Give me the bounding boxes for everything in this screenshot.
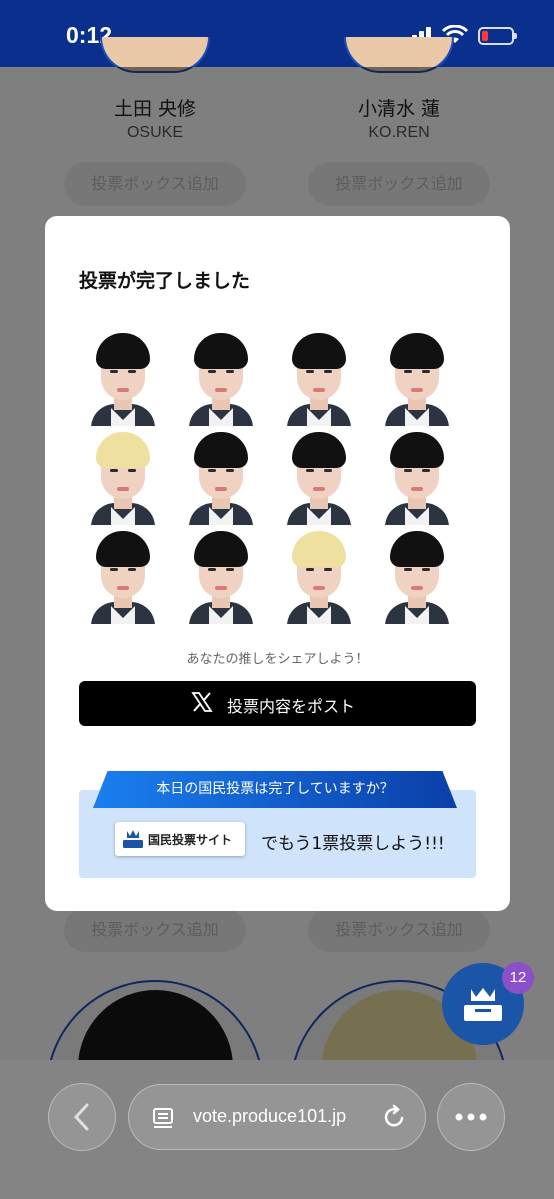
reload-icon[interactable]: [382, 1104, 408, 1130]
trainee-photo: [375, 528, 459, 624]
trainee-photo: [375, 429, 459, 525]
more-options-button[interactable]: [437, 1083, 505, 1151]
national-vote-site-button[interactable]: 国民投票サイト: [115, 822, 245, 856]
url-text: vote.produce101.jp: [193, 1106, 347, 1126]
trainee-photo: [81, 429, 165, 525]
address-bar[interactable]: vote.produce101.jp: [128, 1084, 426, 1150]
crown-box-icon: [464, 988, 502, 1021]
status-bar: 0:12: [0, 0, 554, 67]
national-vote-question: 本日の国民投票は完了していますか？: [93, 771, 457, 808]
national-vote-tail-text: でもう1票投票しよう!!!: [261, 834, 445, 854]
back-button[interactable]: [48, 1083, 116, 1151]
trainee-photo: [179, 429, 263, 525]
trainee-photo: [277, 429, 361, 525]
trainee-photo: [179, 330, 263, 426]
voted-trainee-grid: [81, 330, 481, 626]
trainee-photo: [277, 528, 361, 624]
trainee-photo: [375, 330, 459, 426]
post-button-label: 投票内容をポスト: [227, 697, 356, 716]
dialog-title: 投票が完了しました: [79, 270, 251, 292]
more-icon: [455, 1113, 487, 1121]
trainee-photo: [81, 330, 165, 426]
vote-complete-dialog: 投票が完了しました あなたの推しをシェアしよう！ 投票内容をポスト 本日の国民投…: [45, 216, 510, 911]
post-to-x-button[interactable]: 投票内容をポスト: [79, 681, 476, 726]
vote-count-badge: 12: [502, 962, 534, 994]
trainee-photo: [81, 528, 165, 624]
share-prompt: あなたの推しをシェアしよう！: [186, 652, 369, 667]
crown-box-icon: [123, 830, 143, 848]
x-logo-icon: [191, 692, 213, 712]
trainee-photo: [277, 330, 361, 426]
chevron-left-icon: [73, 1103, 89, 1131]
reader-mode-icon: [153, 1108, 173, 1128]
site-button-label: 国民投票サイト: [148, 833, 233, 847]
trainee-photo: [179, 528, 263, 624]
battery-icon: [478, 27, 517, 45]
